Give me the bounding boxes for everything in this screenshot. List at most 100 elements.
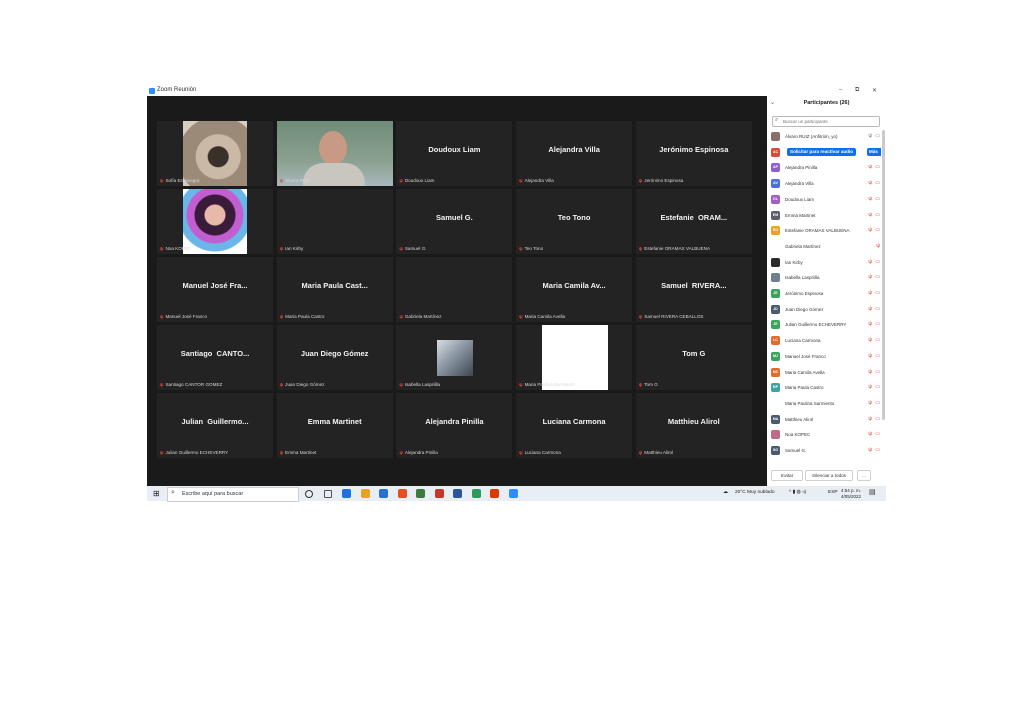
mic-camera-status-icons: ψ ▭ <box>868 384 881 391</box>
participant-row[interactable]: EM Emma Martinet ψ ▭ <box>767 209 881 225</box>
taskbar-app-icon[interactable] <box>434 489 444 498</box>
tile-name-label: ψ Gabriela Martínez <box>399 314 441 319</box>
tile-name-label: ψ Sofía Escanegra <box>160 178 199 183</box>
participant-row[interactable]: JE Julian Guillermo ECHEVERRY ψ ▭ <box>767 318 881 334</box>
restore-icon[interactable]: ⧉ <box>855 87 859 94</box>
participant-search[interactable]: ⌕ <box>772 116 880 127</box>
tile-display-name: Estefanie ORAM... <box>660 213 728 222</box>
notifications-icon[interactable]: ▤ <box>869 488 876 496</box>
video-tile[interactable]: Manuel José Fra... ψ Manuel José Franco <box>157 257 273 322</box>
video-tile[interactable]: Maria Camila Av... ψ Maria Camila Avella <box>516 257 633 322</box>
participant-list-scrollbar[interactable] <box>882 130 885 420</box>
taskbar-search-text: Escribe aquí para buscar <box>182 491 244 497</box>
participant-row[interactable]: AC Solicitar para reactivar audio Más <box>767 146 881 162</box>
tile-name-text: Emma Martinet <box>285 450 317 455</box>
participant-row[interactable]: SG Samuel G. ψ ▭ <box>767 444 881 455</box>
participant-row[interactable]: MC Maria Camila Avella ψ ▭ <box>767 366 881 382</box>
video-tile[interactable]: ψ Sofía Escanegra <box>157 121 273 186</box>
taskbar-app-icon[interactable] <box>305 490 313 498</box>
participant-row[interactable]: JD Juan Diego Gómez ψ ▭ <box>767 303 881 319</box>
more-options-button[interactable]: ... <box>857 470 871 481</box>
avatar: JD <box>771 304 780 314</box>
video-tile[interactable]: Matthieu Alirol ψ Matthieu Alirol <box>635 393 752 458</box>
muted-mic-icon: ψ <box>279 450 284 455</box>
participant-row[interactable]: Isabella Laspriilla ψ ▭ <box>767 271 881 287</box>
avatar <box>771 430 780 440</box>
tile-display-name: Teo Tono <box>557 213 591 222</box>
video-tile[interactable]: ψ Noa KOPEC <box>157 189 273 254</box>
tray-icons[interactable]: ^ ▮ ◍ ◃) <box>789 490 806 495</box>
video-tile[interactable]: ψ Maria Paulina Sarmiento <box>516 325 633 390</box>
participant-name: Manuel José Franco <box>785 353 826 359</box>
video-tile[interactable]: Maria Paula Cast... ψ Maria Paula Castro <box>276 257 393 322</box>
mic-camera-status-icons: ψ ▭ <box>868 180 881 187</box>
video-tile[interactable]: ψ Gabriela Martínez <box>396 257 513 322</box>
video-tile[interactable]: Doudoux Liam ψ Doudoux Liam <box>396 121 513 186</box>
video-tile[interactable]: ψ Álvaro RUIZ <box>276 121 393 186</box>
participant-search-input[interactable] <box>783 117 875 125</box>
avatar: MP <box>771 383 780 393</box>
participant-row[interactable]: Gabriela Martínez ψ <box>767 240 881 256</box>
video-tile[interactable]: Alejandra Pinilla ψ Alejandra Pinilla <box>396 393 513 458</box>
tile-name-text: Julian Guillermo ECHEVERRY <box>165 450 229 455</box>
tile-name-label: ψ Álvaro RUIZ <box>280 178 310 183</box>
participant-row[interactable]: MA Matthieu Alirol ψ ▭ <box>767 413 881 429</box>
taskbar-app-icon[interactable] <box>490 489 499 498</box>
windows-start-icon[interactable]: ⊞ <box>153 489 160 498</box>
participant-row[interactable]: AP Alejandra Pinilla ψ ▭ <box>767 161 881 177</box>
tile-name-text: Samuel G. <box>404 246 427 251</box>
video-tile[interactable]: ψ Ian Kirby <box>276 189 393 254</box>
muted-mic-icon: ψ <box>638 382 643 387</box>
participant-row[interactable]: Maria Paulina Sarmiento ψ ▭ <box>767 397 881 413</box>
participant-row[interactable]: LC Luciana Carmona ψ ▭ <box>767 334 881 350</box>
participant-row[interactable]: AV Alejandra Villa ψ ▭ <box>767 177 881 193</box>
participant-row[interactable]: Ian Kirby ψ ▭ <box>767 256 881 272</box>
request-unmute-button[interactable]: Solicitar para reactivar audio <box>787 147 857 156</box>
taskbar-app-icon[interactable] <box>342 489 351 498</box>
weather-status[interactable]: 20°C Muy nublado <box>735 490 775 495</box>
video-tile[interactable]: ψ Isabella Laspriilla <box>396 325 513 390</box>
participant-row[interactable]: Álvaro RUIZ (Anfitrión, yo) ψ ▭ <box>767 130 881 146</box>
participant-row[interactable]: MJ Manuel José Franco ψ ▭ <box>767 350 881 366</box>
video-tile[interactable]: Juan Diego Gómez ψ Juan Diego Gómez <box>276 325 393 390</box>
taskbar-app-icon[interactable] <box>397 489 407 498</box>
clock[interactable]: 4:54 p. m. 4/05/2022 <box>841 488 861 499</box>
participant-more-button[interactable]: Más <box>867 147 881 156</box>
participant-row[interactable]: Noa KOPEC ψ ▭ <box>767 428 881 444</box>
video-tile[interactable]: Alejandra Villa ψ Alejandra Villa <box>516 121 633 186</box>
taskbar-app-icon[interactable] <box>453 489 462 498</box>
video-tile[interactable]: Emma Martinet ψ Emma Martinet <box>276 393 393 458</box>
participant-name: Ian Kirby <box>785 259 803 265</box>
taskbar-app-icon[interactable] <box>379 489 388 498</box>
close-icon[interactable]: ✕ <box>872 87 877 94</box>
video-tile[interactable]: Estefanie ORAM... ψ Estefanie ORAMAS VALBU… <box>635 189 752 254</box>
taskbar-app-icon[interactable] <box>416 489 425 498</box>
video-tile[interactable]: Santiago CANTO... ψ Santiago CANTOR GOMEZ <box>157 325 273 390</box>
taskbar-app-icon[interactable] <box>471 489 481 498</box>
minimize-icon[interactable]: – <box>839 87 842 93</box>
participant-row[interactable]: MP Maria Paula Castro ψ ▭ <box>767 381 881 397</box>
language-indicator[interactable]: ESP <box>828 490 838 495</box>
video-tile[interactable]: Samuel RIVERA... ψ Samuel RIVERA CEBALLOS <box>635 257 752 322</box>
taskbar-app-icon[interactable] <box>323 490 332 498</box>
muted-mic-icon: ψ <box>279 314 284 319</box>
participant-row[interactable]: EO Estefanie ORAMAS VALBUENA ψ ▭ <box>767 224 881 240</box>
taskbar-app-icon[interactable] <box>508 489 518 498</box>
video-tile[interactable]: Luciana Carmona ψ Luciana Carmona <box>516 393 633 458</box>
taskbar-app-icon[interactable] <box>360 489 370 498</box>
video-tile[interactable]: Julian Guillermo... ψ Julian Guillermo ECH… <box>157 393 273 458</box>
invite-button[interactable]: Invitar <box>771 470 803 481</box>
tile-display-name: Emma Martinet <box>307 417 362 426</box>
video-tile[interactable]: Jerónimo Espinosa ψ Jerónimo Espinosa <box>635 121 752 186</box>
mute-all-button[interactable]: Silenciar a todos <box>805 470 853 481</box>
mic-camera-status-icons: ψ ▭ <box>868 211 881 218</box>
participant-list: Álvaro RUIZ (Anfitrión, yo) ψ ▭ AC Solicita… <box>767 130 881 455</box>
video-tile[interactable]: Teo Tono ψ Teo Tono <box>516 189 633 254</box>
taskbar-search[interactable]: ⌕ Escribe aquí para buscar <box>167 487 299 502</box>
video-tile[interactable]: Tom Gψ Tom G <box>635 325 752 390</box>
avatar: MC <box>771 367 780 377</box>
avatar: AP <box>771 163 780 173</box>
participant-row[interactable]: JE Jerónimo Espinosa ψ ▭ <box>767 287 881 303</box>
video-tile[interactable]: Samuel G. ψ Samuel G. <box>396 189 513 254</box>
participant-row[interactable]: DL Doudoux Liam ψ ▭ <box>767 193 881 209</box>
